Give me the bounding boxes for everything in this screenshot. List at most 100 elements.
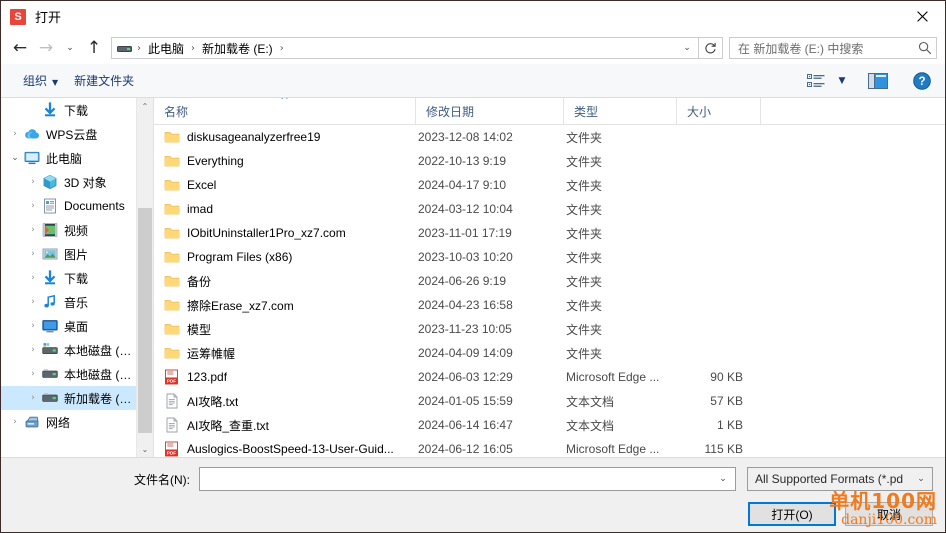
breadcrumb-drive-e[interactable]: 新加载卷 (E:) xyxy=(200,40,275,57)
breadcrumb-separator[interactable]: › xyxy=(275,43,289,54)
sidebar-item-label: 桌面 xyxy=(64,319,89,334)
filename-dropdown-icon[interactable]: ⌄ xyxy=(713,474,733,484)
preview-pane-button[interactable] xyxy=(863,68,893,94)
file-name-cell: AI攻略_查重.txt xyxy=(154,417,416,434)
file-type-cell: 文件夹 xyxy=(566,274,603,289)
file-type-cell: 文件夹 xyxy=(566,130,603,145)
sidebar-item-8[interactable]: › 音乐 xyxy=(1,290,137,314)
chevron-right-icon[interactable]: › xyxy=(25,177,41,187)
file-format-select[interactable]: All Supported Formats (*.pd ⌄ xyxy=(747,467,933,491)
table-row[interactable]: 运筹帷幄 2024-04-09 14:09 文件夹 xyxy=(154,341,945,365)
chevron-right-icon[interactable]: › xyxy=(25,345,41,355)
file-name-cell: 运筹帷幄 xyxy=(154,345,416,362)
sidebar-item-label: Documents xyxy=(64,199,125,213)
table-row[interactable]: 备份 2024-06-26 9:19 文件夹 xyxy=(154,269,945,293)
search-input[interactable]: 在 新加载卷 (E:) 中搜索 xyxy=(738,40,918,57)
close-button[interactable] xyxy=(899,1,945,32)
table-row[interactable]: 擦除Erase_xz7.com 2024-04-23 16:58 文件夹 xyxy=(154,293,945,317)
view-options-caret[interactable]: ▼ xyxy=(831,68,853,94)
table-row[interactable]: AI攻略_查重.txt 2024-06-14 16:47 文本文档 1 KB xyxy=(154,413,945,437)
column-header-date[interactable]: 修改日期 xyxy=(416,98,564,124)
table-row[interactable]: IObitUninstaller1Pro_xz7.com 2023-11-01 1… xyxy=(154,221,945,245)
table-row[interactable]: imad 2024-03-12 10:04 文件夹 xyxy=(154,197,945,221)
address-bar[interactable]: › 此电脑 › 新加载卷 (E:) › ⌄ xyxy=(111,37,699,59)
file-date-cell: 2023-11-23 10:05 xyxy=(418,322,512,336)
refresh-button[interactable] xyxy=(699,37,723,59)
chevron-right-icon[interactable]: › xyxy=(25,321,41,331)
file-size-cell: 90 KB xyxy=(710,370,743,384)
sidebar-item-6[interactable]: › 图片 xyxy=(1,242,137,266)
table-row[interactable]: PDF Auslogics-BoostSpeed-13-User-Guid... 2… xyxy=(154,437,945,457)
sidebar-item-13[interactable]: › 网络 xyxy=(1,410,137,434)
table-row[interactable]: diskusageanalyzerfree19 2023-12-08 14:02 文… xyxy=(154,125,945,149)
file-date-cell: 2023-10-03 10:20 xyxy=(418,250,513,264)
filename-combobox[interactable]: ⌄ xyxy=(199,467,736,491)
up-arrow-icon: ↑ xyxy=(86,37,102,58)
help-icon: ? xyxy=(913,71,931,90)
scroll-up-button[interactable]: ⌃ xyxy=(137,98,153,114)
chevron-right-icon[interactable]: › xyxy=(25,273,41,283)
view-options-button[interactable] xyxy=(801,68,831,94)
sidebar-item-12[interactable]: › 新加载卷 (E:) xyxy=(1,386,137,410)
cancel-button[interactable]: 取消 xyxy=(845,502,933,526)
table-row[interactable]: Everything 2022-10-13 9:19 文件夹 xyxy=(154,149,945,173)
sidebar-item-7[interactable]: › 下载 xyxy=(1,266,137,290)
column-header-type[interactable]: 类型 xyxy=(564,98,677,124)
open-button[interactable]: 打开(O) xyxy=(748,502,836,526)
chevron-right-icon[interactable]: › xyxy=(25,249,41,259)
column-header-name[interactable]: 名称 xyxy=(154,98,416,124)
filename-input[interactable] xyxy=(206,472,713,486)
sidebar-item-9[interactable]: › 桌面 xyxy=(1,314,137,338)
file-name-label: Excel xyxy=(187,178,217,192)
chevron-down-icon: ⌄ xyxy=(917,474,925,484)
chevron-right-icon[interactable]: › xyxy=(25,201,41,211)
table-row[interactable]: AI攻略.txt 2024-01-05 15:59 文本文档 57 KB xyxy=(154,389,945,413)
folder-icon xyxy=(164,153,180,169)
table-row[interactable]: PDF 123.pdf 2024-06-03 12:29 Microsoft Edge… xyxy=(154,365,945,389)
file-type-cell: 文件夹 xyxy=(566,322,603,337)
chevron-right-icon[interactable]: › xyxy=(25,225,41,235)
sidebar-item-0[interactable]: 下载 xyxy=(1,98,137,122)
search-box[interactable]: 在 新加载卷 (E:) 中搜索 xyxy=(729,37,937,59)
chevron-right-icon[interactable]: › xyxy=(25,393,41,403)
file-name-label: AI攻略_查重.txt xyxy=(187,418,270,433)
sidebar-item-5[interactable]: › 视频 xyxy=(1,218,137,242)
folder-icon xyxy=(164,129,180,145)
table-row[interactable]: Excel 2024-04-17 9:10 文件夹 xyxy=(154,173,945,197)
table-row[interactable]: Program Files (x86) 2023-10-03 10:20 文件夹 xyxy=(154,245,945,269)
video-icon xyxy=(42,223,58,237)
sidebar-item-3[interactable]: › 3D 对象 xyxy=(1,170,137,194)
forward-button[interactable]: → xyxy=(33,35,59,61)
chevron-right-icon[interactable]: › xyxy=(7,417,23,427)
organize-button[interactable]: 组织 ▼ xyxy=(15,68,66,93)
sidebar-item-4[interactable]: › Documents xyxy=(1,194,137,218)
back-button[interactable]: ← xyxy=(7,35,33,61)
sidebar-item-2[interactable]: ⌄ 此电脑 xyxy=(1,146,137,170)
column-header-size[interactable]: 大小 xyxy=(677,98,761,124)
chevron-down-icon: ⌄ xyxy=(66,43,74,53)
file-name-label: AI攻略.txt xyxy=(187,394,239,409)
file-date-cell: 2024-04-17 9:10 xyxy=(418,178,507,192)
new-folder-button[interactable]: 新建文件夹 xyxy=(66,68,142,93)
scroll-down-button[interactable]: ⌄ xyxy=(137,441,153,457)
recent-locations-button[interactable]: ⌄ xyxy=(59,35,81,61)
table-row[interactable]: 模型 2023-11-23 10:05 文件夹 xyxy=(154,317,945,341)
sidebar-item-10[interactable]: › 本地磁盘 (C:) xyxy=(1,338,137,362)
file-date-cell: 2024-03-12 10:04 xyxy=(418,202,513,216)
chevron-right-icon[interactable]: › xyxy=(7,129,23,139)
sidebar-item-11[interactable]: › 本地磁盘 (D:) xyxy=(1,362,137,386)
sidebar-item-label: 音乐 xyxy=(64,295,89,310)
help-button[interactable]: ? xyxy=(907,68,937,94)
address-dropdown-button[interactable]: ⌄ xyxy=(676,38,698,58)
chevron-down-icon[interactable]: ⌄ xyxy=(7,153,23,163)
scrollbar-thumb[interactable] xyxy=(138,208,152,433)
file-type-cell: 文件夹 xyxy=(566,298,603,313)
chevron-right-icon[interactable]: › xyxy=(25,369,41,379)
pdf-icon: PDF xyxy=(165,441,178,457)
sidebar-scrollbar[interactable]: ⌃ ⌄ xyxy=(136,98,153,457)
chevron-right-icon[interactable]: › xyxy=(25,297,41,307)
sidebar-item-label: 此电脑 xyxy=(46,151,83,166)
breadcrumb-this-pc[interactable]: 此电脑 xyxy=(146,40,186,57)
up-button[interactable]: ↑ xyxy=(81,35,107,61)
sidebar-item-1[interactable]: › WPS云盘 xyxy=(1,122,137,146)
